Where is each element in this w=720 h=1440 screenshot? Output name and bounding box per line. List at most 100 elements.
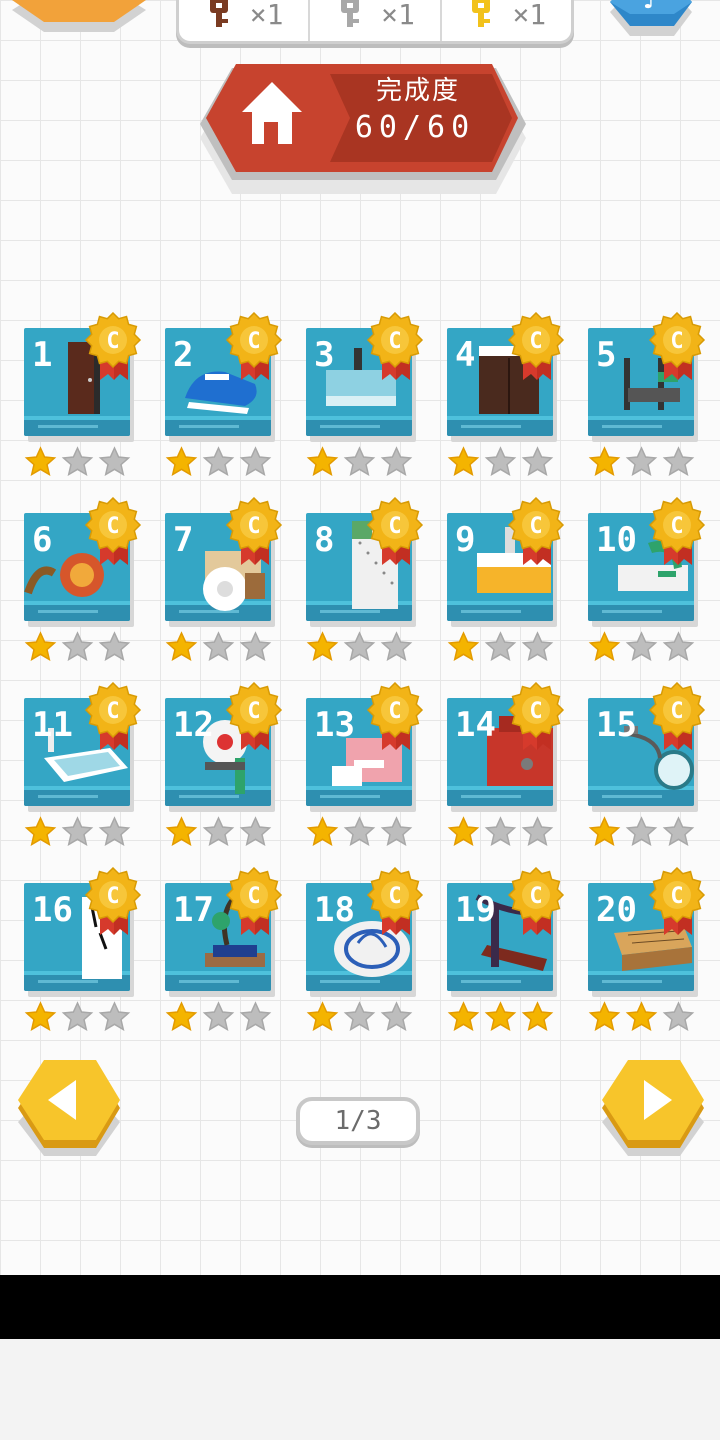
star-empty-icon: [343, 631, 376, 661]
star-empty-icon: [343, 816, 376, 846]
star-rating: [588, 446, 698, 476]
star-empty-icon: [239, 631, 272, 661]
level-tile-3[interactable]: 3C: [306, 312, 424, 478]
level-number: 8: [314, 520, 335, 560]
star-empty-icon: [61, 816, 94, 846]
star-filled-icon: [165, 631, 198, 661]
level-number: 12: [173, 705, 214, 745]
level-number: 19: [455, 890, 496, 930]
level-tile-13[interactable]: 13 C: [306, 682, 424, 848]
svg-text:C: C: [670, 699, 683, 724]
level-tile-7[interactable]: 7C: [165, 497, 283, 663]
star-empty-icon: [625, 816, 658, 846]
completion-value: 60/60: [354, 110, 476, 145]
star-empty-icon: [625, 446, 658, 476]
star-rating: [447, 816, 557, 846]
medal-icon: C: [648, 497, 706, 565]
level-tile-1[interactable]: 1C: [24, 312, 142, 478]
level-tile-20[interactable]: 20 C: [588, 867, 706, 1033]
level-tile-12[interactable]: 12 C: [165, 682, 283, 848]
medal-icon: C: [366, 682, 424, 750]
star-filled-icon: [588, 816, 621, 846]
star-empty-icon: [202, 1001, 235, 1031]
medal-icon: C: [225, 312, 283, 380]
level-tile-9[interactable]: 9C: [447, 497, 565, 663]
bronze-key-icon: [209, 0, 228, 27]
level-tile-15[interactable]: 15 C: [588, 682, 706, 848]
level-number: 14: [455, 705, 496, 745]
level-tile-8[interactable]: 8C: [306, 497, 424, 663]
star-rating: [447, 446, 557, 476]
medal-icon: C: [507, 682, 565, 750]
medal-icon: C: [507, 867, 565, 935]
star-filled-icon: [447, 816, 480, 846]
star-rating: [588, 631, 698, 661]
level-tile-6[interactable]: 6C: [24, 497, 142, 663]
star-empty-icon: [484, 631, 517, 661]
star-rating: [165, 631, 275, 661]
key-count: ×1: [381, 0, 415, 31]
svg-text:C: C: [106, 514, 119, 539]
star-filled-icon: [447, 1001, 480, 1031]
star-rating: [24, 446, 134, 476]
star-empty-icon: [61, 631, 94, 661]
star-empty-icon: [662, 1001, 695, 1031]
star-empty-icon: [98, 446, 131, 476]
medal-icon: C: [648, 867, 706, 935]
level-tile-4[interactable]: 4C: [447, 312, 565, 478]
star-empty-icon: [380, 446, 413, 476]
star-empty-icon: [202, 631, 235, 661]
level-number: 20: [596, 890, 637, 930]
star-empty-icon: [202, 816, 235, 846]
svg-text:C: C: [529, 699, 542, 724]
level-tile-19[interactable]: 19 C: [447, 867, 565, 1033]
svg-text:C: C: [670, 884, 683, 909]
settings-hex-button[interactable]: [4, 0, 154, 54]
star-rating: [306, 446, 416, 476]
prev-page-button[interactable]: [14, 1060, 124, 1186]
star-filled-icon: [306, 816, 339, 846]
level-number: 1: [32, 335, 53, 375]
key-slot: ×1: [179, 0, 311, 41]
star-filled-icon: [484, 1001, 517, 1031]
next-page-button[interactable]: [598, 1060, 708, 1186]
star-empty-icon: [239, 446, 272, 476]
level-number: 6: [32, 520, 53, 560]
level-number: 15: [596, 705, 637, 745]
star-filled-icon: [24, 1001, 57, 1031]
silver-key-icon: [341, 0, 360, 27]
level-number: 5: [596, 335, 617, 375]
level-number: 13: [314, 705, 355, 745]
level-tile-16[interactable]: 16 C: [24, 867, 142, 1033]
star-empty-icon: [484, 816, 517, 846]
star-empty-icon: [202, 446, 235, 476]
svg-text:C: C: [247, 329, 260, 354]
level-tile-2[interactable]: 2C: [165, 312, 283, 478]
level-tile-5[interactable]: 5C: [588, 312, 706, 478]
level-number: 16: [32, 890, 73, 930]
star-filled-icon: [24, 816, 57, 846]
svg-text:C: C: [529, 884, 542, 909]
svg-text:C: C: [529, 329, 542, 354]
star-empty-icon: [662, 446, 695, 476]
star-filled-icon: [521, 1001, 554, 1031]
level-tile-11[interactable]: 11 C: [24, 682, 142, 848]
medal-icon: C: [507, 497, 565, 565]
level-number: 2: [173, 335, 194, 375]
level-number: 11: [32, 705, 73, 745]
level-tile-17[interactable]: 17 C: [165, 867, 283, 1033]
level-tile-18[interactable]: 18 C: [306, 867, 424, 1033]
star-empty-icon: [239, 816, 272, 846]
music-hex-button[interactable]: ♪: [604, 0, 696, 54]
star-rating: [24, 1001, 134, 1031]
svg-text:C: C: [670, 329, 683, 354]
star-filled-icon: [24, 631, 57, 661]
page-indicator: 1/3: [296, 1097, 420, 1145]
star-empty-icon: [380, 816, 413, 846]
level-tile-10[interactable]: 10 C: [588, 497, 706, 663]
svg-text:C: C: [247, 884, 260, 909]
star-rating: [165, 1001, 275, 1031]
medal-icon: C: [225, 497, 283, 565]
key-count: ×1: [249, 0, 284, 31]
level-tile-14[interactable]: 14 C: [447, 682, 565, 848]
